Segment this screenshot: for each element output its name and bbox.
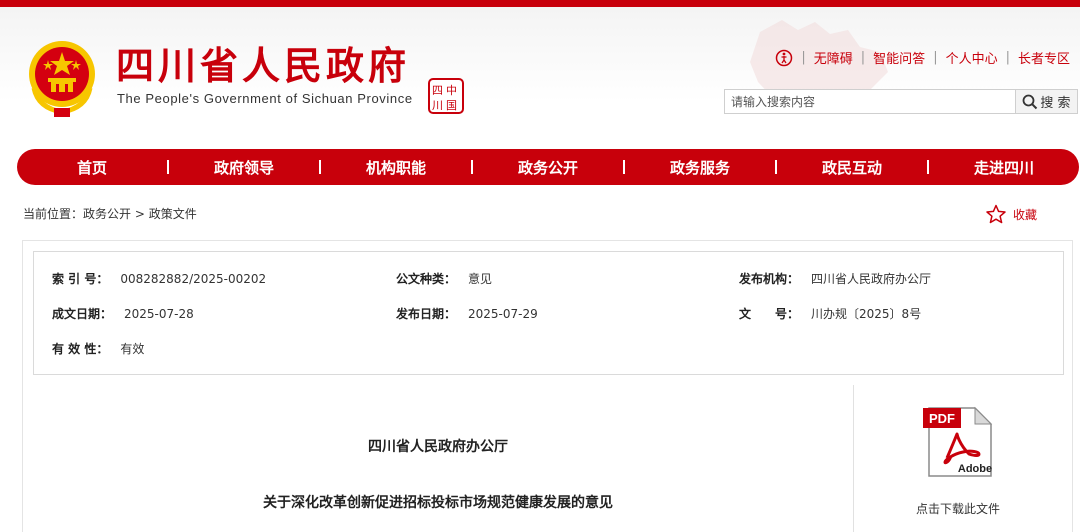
utility-link-personal-center[interactable]: 个人中心 — [946, 48, 998, 67]
meta-type-value: 意见 — [468, 272, 493, 286]
star-icon — [986, 204, 1006, 224]
meta-type-label: 公文种类： — [396, 272, 457, 286]
pdf-download-icon[interactable]: PDF Adobe — [923, 404, 995, 478]
accessibility-icon[interactable] — [775, 49, 793, 67]
search-icon — [1023, 94, 1038, 109]
meta-created: 成文日期： 2025-07-28 — [52, 305, 194, 322]
utility-separator: | — [801, 50, 806, 65]
search-input[interactable] — [725, 90, 1015, 113]
document-metadata: 索 引 号： 008282882/2025-00202 公文种类： 意见 发布机构：… — [33, 251, 1064, 375]
meta-validity: 有 效 性： 有效 — [52, 340, 144, 357]
search-box: 搜 索 — [724, 89, 1078, 114]
meta-index-label: 索 引 号： — [52, 272, 109, 286]
nav-item-services[interactable]: 政务服务 — [625, 157, 775, 178]
meta-validity-label: 有 效 性： — [52, 342, 109, 356]
utility-separator: | — [1005, 50, 1010, 65]
meta-publisher: 发布机构： 四川省人民政府办公厅 — [739, 270, 931, 287]
meta-index: 索 引 号： 008282882/2025-00202 — [52, 270, 266, 287]
svg-text:四: 四 — [432, 84, 443, 97]
main-nav: 首页 政府领导 机构职能 政务公开 政务服务 政民互动 走进四川 — [17, 149, 1079, 185]
meta-publisher-value: 四川省人民政府办公厅 — [811, 272, 932, 286]
meta-created-label: 成文日期： — [52, 307, 113, 321]
search-button[interactable]: 搜 索 — [1015, 90, 1077, 113]
nav-item-interaction[interactable]: 政民互动 — [777, 157, 927, 178]
breadcrumb-separator: > — [131, 207, 149, 221]
meta-row: 有 效 性： 有效 — [34, 340, 1063, 360]
meta-created-value: 2025-07-28 — [124, 307, 194, 321]
meta-published-value: 2025-07-29 — [468, 307, 538, 321]
meta-type: 公文种类： 意见 — [396, 270, 492, 287]
meta-validity-value: 有效 — [120, 342, 145, 356]
meta-docno-label: 文 号： — [739, 307, 800, 321]
site-subtitle: The People's Government of Sichuan Provi… — [117, 91, 413, 106]
site-title[interactable]: 四川省人民政府 — [116, 44, 410, 88]
favorite-label: 收藏 — [1013, 207, 1038, 222]
meta-docno: 文 号： 川办规〔2025〕8号 — [739, 305, 921, 322]
nav-item-disclosure[interactable]: 政务公开 — [473, 157, 623, 178]
nav-item-leaders[interactable]: 政府领导 — [169, 157, 319, 178]
pdf-brand-text: Adobe — [958, 463, 992, 475]
nav-item-about-sichuan[interactable]: 走进四川 — [929, 157, 1079, 178]
meta-row: 索 引 号： 008282882/2025-00202 公文种类： 意见 发布机构：… — [34, 270, 1063, 290]
svg-text:国: 国 — [446, 99, 457, 112]
utility-link-smart-qa[interactable]: 智能问答 — [873, 48, 925, 67]
utility-link-elderly-zone[interactable]: 长者专区 — [1018, 48, 1070, 67]
nav-item-home[interactable]: 首页 — [17, 157, 167, 178]
seal-logo-icon: 四 中 川 国 — [428, 78, 464, 114]
top-accent-bar — [0, 0, 1080, 7]
search-button-label: 搜 索 — [1040, 96, 1071, 111]
pdf-download-link[interactable]: 点击下载此文件 — [900, 500, 1016, 517]
meta-row: 成文日期： 2025-07-28 发布日期： 2025-07-29 文 号： 川办规〔… — [34, 305, 1063, 325]
utility-separator: | — [860, 50, 866, 65]
meta-docno-value: 川办规〔2025〕8号 — [811, 307, 922, 321]
svg-text:川: 川 — [432, 99, 443, 112]
breadcrumb: 当前位置：政务公开 > 政策文件 — [23, 205, 197, 222]
nav-item-functions[interactable]: 机构职能 — [321, 157, 471, 178]
svg-text:中: 中 — [446, 84, 457, 97]
meta-published: 发布日期： 2025-07-29 — [396, 305, 538, 322]
document-title: 关于深化改革创新促进招标投标市场规范健康发展的意见 — [263, 495, 613, 511]
breadcrumb-prefix: 当前位置： — [23, 207, 84, 221]
breadcrumb-item-disclosure[interactable]: 政务公开 — [83, 207, 131, 221]
utility-separator: | — [933, 50, 938, 65]
meta-index-value: 008282882/2025-00202 — [120, 272, 267, 286]
pdf-badge-text: PDF — [929, 411, 955, 426]
meta-published-label: 发布日期： — [396, 307, 457, 321]
meta-publisher-label: 发布机构： — [739, 272, 800, 286]
favorite-button[interactable]: 收藏 — [985, 204, 1037, 224]
utility-nav: | 无障碍 | 智能问答 | 个人中心 | 长者专区 — [775, 48, 1070, 67]
utility-link-accessibility[interactable]: 无障碍 — [814, 48, 853, 67]
national-emblem-icon — [29, 41, 95, 117]
document-issuer: 四川省人民政府办公厅 — [368, 439, 508, 455]
breadcrumb-item-policy[interactable]: 政策文件 — [149, 207, 197, 221]
